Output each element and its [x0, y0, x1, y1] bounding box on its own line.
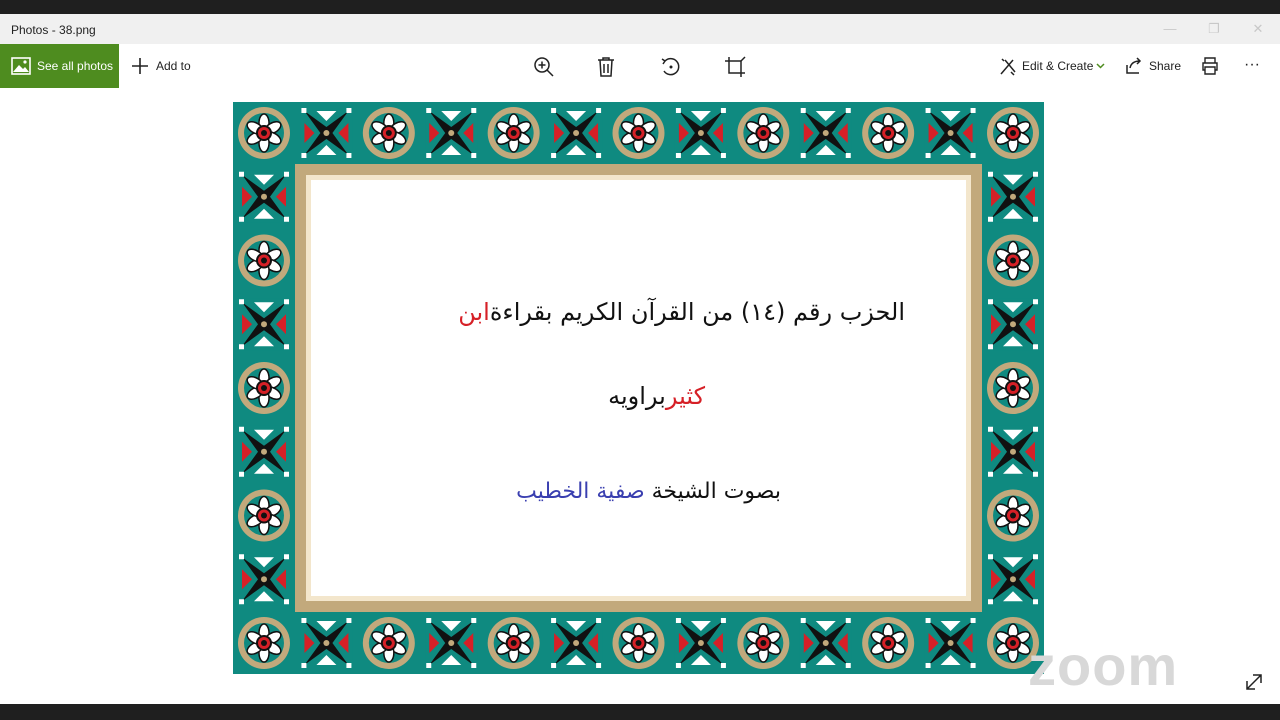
frame-star-tile: [799, 107, 852, 159]
frame-star-tile: [987, 425, 1039, 478]
frame-flower-tile: [237, 488, 291, 543]
frame-star-tile: [300, 617, 353, 669]
frame-flower-tile: [611, 616, 666, 670]
window-title: Photos - 38.png: [11, 23, 96, 37]
frame-flower-tile: [361, 106, 416, 160]
expand-icon[interactable]: [1244, 672, 1264, 692]
delete-button[interactable]: [596, 44, 618, 88]
title-line-2-red: كثير: [665, 382, 706, 410]
chevron-down-icon: [1096, 63, 1105, 69]
minimize-button[interactable]: —: [1148, 18, 1192, 40]
title-line-3: بصوت الشيخة صفية الخطيب: [516, 479, 781, 504]
share-label: Share: [1149, 59, 1182, 73]
frame-star-tile: [924, 107, 977, 159]
zoom-in-icon: [534, 57, 554, 77]
title-line-1-red: ابن: [458, 298, 490, 326]
photo-gallery-icon: [11, 57, 31, 75]
frame-star-tile: [550, 107, 603, 159]
crop-icon: [725, 56, 746, 77]
see-all-photos-button[interactable]: See all photos: [0, 44, 119, 88]
crop-button[interactable]: [724, 44, 748, 88]
edit-create-button[interactable]: Edit & Create: [999, 44, 1109, 88]
frame-star-tile: [987, 170, 1039, 223]
frame-flower-tile: [986, 106, 1040, 160]
more-options-icon: ···: [1244, 56, 1260, 73]
displayed-photo[interactable]: الحزب رقم (١٤) من القرآن الكريم بقراءةاب…: [233, 102, 1044, 674]
edit-create-label: Edit & Create: [1022, 59, 1094, 73]
title-line-2: كثيربراويه: [608, 382, 705, 410]
frame-flower-tile: [237, 106, 291, 160]
frame-flower-tile: [486, 106, 541, 160]
edit-create-icon: [1000, 58, 1016, 76]
frame-star-tile: [425, 107, 478, 159]
frame-star-tile: [987, 553, 1039, 606]
frame-star-tile: [674, 617, 727, 669]
frame-flower-tile: [611, 106, 666, 160]
title-line-1: الحزب رقم (١٤) من القرآن الكريم بقراءةاب…: [458, 297, 905, 326]
plus-icon: [132, 58, 148, 74]
photo-viewer: الحزب رقم (١٤) من القرآن الكريم بقراءةاب…: [0, 88, 1280, 704]
rotate-icon: [661, 57, 680, 76]
print-button[interactable]: [1201, 44, 1221, 88]
frame-flower-tile: [861, 616, 916, 670]
share-icon: [1126, 57, 1142, 74]
add-to-label: Add to: [156, 59, 191, 73]
frame-flower-tile: [486, 616, 541, 670]
see-all-photos-label: See all photos: [37, 59, 114, 73]
frame-flower-tile: [237, 233, 291, 288]
frame-flower-tile: [736, 106, 791, 160]
frame-star-tile: [238, 298, 290, 351]
restore-button[interactable]: ❐: [1192, 18, 1236, 40]
photos-app-window: Photos - 38.png — ❐ ✕ See all photos Add…: [0, 14, 1280, 704]
printer-icon: [1202, 57, 1218, 75]
frame-star-tile: [987, 298, 1039, 351]
frame-flower-tile: [986, 361, 1040, 415]
title-line-2-black: براويه: [608, 382, 666, 410]
toolbar: See all photos Add to Edit & Create Shar…: [0, 44, 1280, 88]
rotate-button[interactable]: [660, 44, 684, 88]
frame-flower-tile: [361, 616, 416, 670]
delete-icon: [598, 57, 614, 77]
zoom-watermark: zoom: [1028, 634, 1179, 697]
add-to-button[interactable]: Add to: [128, 44, 198, 88]
frame-star-tile: [238, 425, 290, 478]
frame-star-tile: [550, 617, 603, 669]
frame-star-tile: [238, 553, 290, 606]
zoom-in-button[interactable]: [533, 44, 557, 88]
frame-star-tile: [300, 107, 353, 159]
frame-star-tile: [674, 107, 727, 159]
frame-flower-tile: [237, 616, 291, 670]
frame-flower-tile: [736, 616, 791, 670]
frame-star-tile: [924, 617, 977, 669]
close-button[interactable]: ✕: [1236, 18, 1280, 40]
more-options-button[interactable]: ···: [1244, 44, 1268, 88]
title-line-3-blue: صفية الخطيب: [516, 479, 645, 504]
frame-flower-tile: [986, 488, 1040, 543]
frame-flower-tile: [861, 106, 916, 160]
frame-flower-tile: [986, 233, 1040, 288]
share-button[interactable]: Share: [1125, 44, 1181, 88]
frame-flower-tile: [237, 361, 291, 415]
title-line-1-black: الحزب رقم (١٤) من القرآن الكريم بقراءة: [490, 297, 905, 326]
title-bar: Photos - 38.png — ❐ ✕: [0, 14, 1280, 44]
title-line-3-black: بصوت الشيخة: [652, 479, 781, 504]
frame-star-tile: [425, 617, 478, 669]
frame-star-tile: [238, 170, 290, 223]
frame-star-tile: [799, 617, 852, 669]
